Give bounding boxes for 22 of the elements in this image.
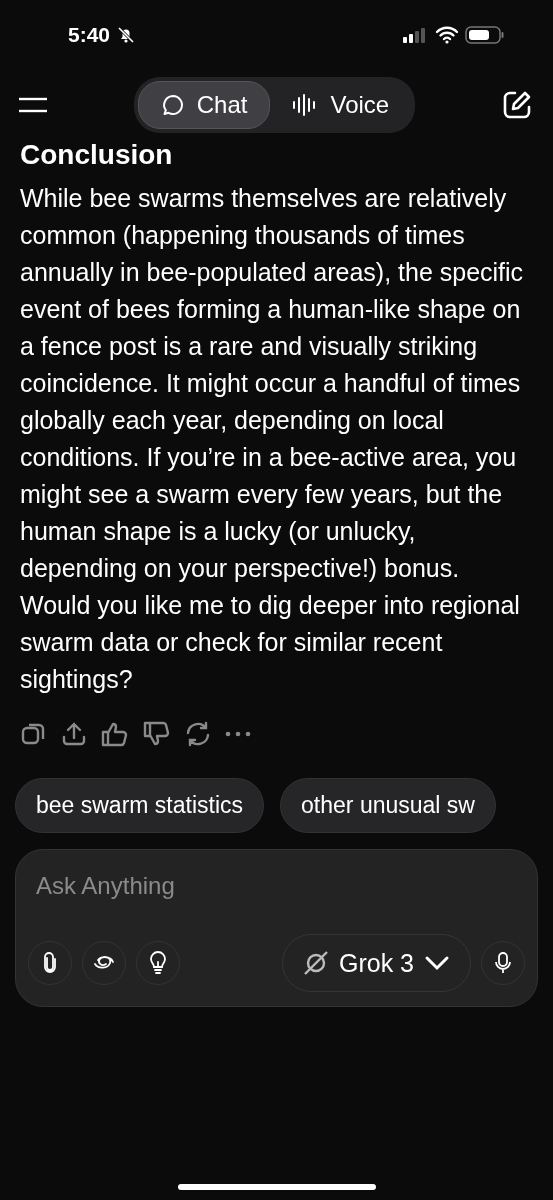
chevron-down-icon xyxy=(424,954,450,972)
speech-bubble-icon xyxy=(160,93,185,117)
menu-icon[interactable] xyxy=(18,95,48,115)
thumbs-down-icon[interactable] xyxy=(142,720,172,748)
section-heading: Conclusion xyxy=(20,140,174,170)
mode-tab[interactable]: Voice xyxy=(270,81,412,129)
microphone-icon xyxy=(494,951,512,975)
wifi-icon xyxy=(435,26,459,44)
status-time: 5:40 xyxy=(68,23,111,47)
slashed-circle-icon xyxy=(302,950,329,976)
battery-icon xyxy=(465,25,505,45)
suggestion-chip[interactable]: other unusual sw xyxy=(280,778,496,833)
compose-icon[interactable] xyxy=(501,89,533,121)
response-paragraph: While bee swarms themselves are relatively common (happening thousands of times annually in bee-populated areas), the specific event of bees forming a human-like shape on a fence post is a rare and visually striking coincidence. It might occur a handful of times globally each year, depending on local conditions. If you’re in a bee-active area, you might see a swarm every few years, but the human shape is a lucky (or unlucky, depending on your perspective!) bonus. Would you like me to dig deeper into regional swarm data or check for similar recent sightings? xyxy=(20,183,525,695)
refresh-icon[interactable] xyxy=(184,720,212,748)
share-icon[interactable] xyxy=(60,720,88,748)
suggestion-chip[interactable]: bee swarm statistics xyxy=(15,778,265,833)
message-composer[interactable]: Ask Anything Grok 3 xyxy=(15,849,538,1007)
message-input[interactable]: Ask Anything xyxy=(28,862,525,910)
lightbulb-icon xyxy=(148,951,168,975)
mode-tab[interactable]: Chat xyxy=(137,81,271,129)
thumbs-up-icon[interactable] xyxy=(100,720,130,748)
